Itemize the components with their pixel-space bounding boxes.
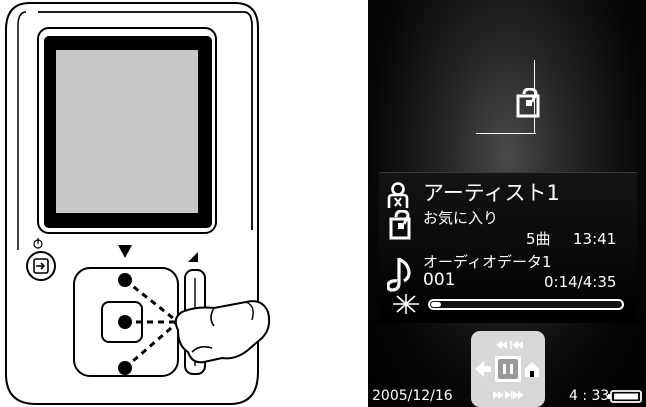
home-icon [525, 362, 539, 377]
clock-display: 4 : 33 [569, 388, 610, 404]
elapsed-time: 0:14/4:35 [544, 273, 617, 291]
track-number: 001 [423, 270, 456, 290]
sparkle-icon [393, 294, 419, 314]
playlist-name: お気に入り [423, 209, 499, 227]
progress-bar[interactable] [428, 299, 624, 310]
next-skip-icon [493, 391, 524, 399]
music-note-icon [387, 257, 411, 292]
total-time: 13:41 [573, 230, 617, 248]
previous-skip-icon [496, 341, 523, 349]
progress-bar-fill [431, 302, 441, 307]
control-guide [471, 331, 545, 407]
artist-name: アーティスト1 [423, 181, 560, 205]
now-playing-panel: アーティスト1 お気に入り 5曲 13:41 オーディオデータ1 001 0:1… [379, 172, 637, 323]
favorite-list-icon [389, 210, 411, 240]
back-arrow-icon [475, 361, 491, 377]
player-device-illustration [0, 0, 310, 407]
artist-icon [387, 182, 409, 208]
player-screen: アーティスト1 お気に入り 5曲 13:41 オーディオデータ1 001 0:1… [368, 0, 646, 407]
song-count: 5曲 [526, 230, 551, 248]
battery-icon [608, 390, 642, 403]
guide-line-horizontal [476, 133, 536, 134]
date-display: 2005/12/16 [372, 388, 453, 404]
favorite-list-large-icon [516, 88, 540, 118]
device-screen-glass [56, 50, 198, 213]
song-title: オーディオデータ1 [423, 253, 552, 271]
